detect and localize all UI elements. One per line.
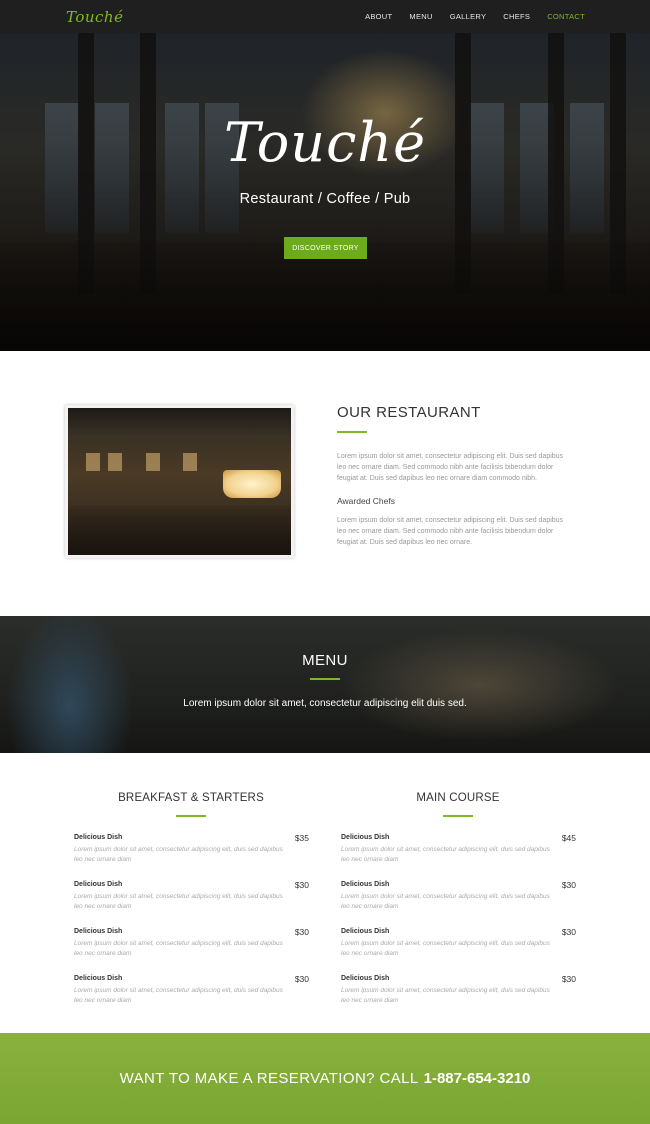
dish-description: Lorem ipsum dolor sit amet, consectetur … bbox=[74, 845, 283, 864]
dish-price: $30 bbox=[294, 927, 309, 937]
image-lamp bbox=[223, 470, 281, 498]
dish-name: Delicious Dish bbox=[74, 928, 123, 935]
reservation-text: WANT TO MAKE A RESERVATION? CALL bbox=[119, 1070, 419, 1087]
dish-price: $30 bbox=[294, 974, 309, 984]
dish-name: Delicious Dish bbox=[341, 928, 390, 935]
title-divider bbox=[443, 815, 473, 817]
title-divider bbox=[337, 431, 367, 433]
nav-link-menu[interactable]: MENU bbox=[409, 12, 432, 21]
image-ceiling bbox=[68, 408, 291, 438]
about-title: OUR RESTAURANT bbox=[337, 404, 481, 421]
paragraph-line: feugiat at. Duis sed dapibus leo nec orn… bbox=[337, 539, 473, 546]
description-line: leo nec ornare diam bbox=[341, 855, 399, 863]
description-line: Lorem ipsum dolor sit amet, consectetur … bbox=[341, 893, 550, 900]
image-frame bbox=[86, 453, 100, 471]
paragraph-line: Lorem ipsum dolor sit amet, consectetur … bbox=[337, 453, 564, 460]
dish-name: Delicious Dish bbox=[74, 975, 123, 982]
dish-description: Lorem ipsum dolor sit amet, consectetur … bbox=[341, 939, 550, 958]
chefs-paragraph: Lorem ipsum dolor sit amet, consectetur … bbox=[337, 515, 563, 548]
image-frame bbox=[108, 453, 122, 471]
description-line: leo nec ornare diam bbox=[341, 996, 399, 1004]
dish-price: $30 bbox=[561, 927, 576, 937]
description-line: leo nec ornare diam bbox=[74, 949, 132, 957]
menu-title: MENU bbox=[302, 652, 348, 669]
brand-logo[interactable]: Touché bbox=[66, 8, 123, 26]
restaurant-image bbox=[65, 405, 294, 558]
description-line: Lorem ipsum dolor sit amet, consectetur … bbox=[74, 846, 283, 853]
dish-name: Delicious Dish bbox=[341, 975, 390, 982]
banner-overlay bbox=[0, 616, 650, 753]
nav-link-chefs[interactable]: CHEFS bbox=[503, 12, 530, 21]
breakfast-starters-title: BREAKFAST & STARTERS bbox=[118, 792, 264, 804]
description-line: Lorem ipsum dolor sit amet, consectetur … bbox=[74, 893, 283, 900]
menu-subtitle: Lorem ipsum dolor sit amet, consectetur … bbox=[183, 698, 467, 709]
discover-story-button[interactable]: DISCOVER STORY bbox=[284, 237, 367, 259]
dish-price: $45 bbox=[561, 833, 576, 843]
nav-link-about[interactable]: ABOUT bbox=[365, 12, 392, 21]
dish-price: $35 bbox=[294, 833, 309, 843]
dish-name: Delicious Dish bbox=[341, 881, 390, 888]
dish-name: Delicious Dish bbox=[74, 834, 123, 841]
dish-price: $30 bbox=[294, 880, 309, 890]
reservation-banner: WANT TO MAKE A RESERVATION? CALL 1-887-6… bbox=[0, 1033, 650, 1124]
title-divider bbox=[310, 678, 340, 680]
about-paragraph: Lorem ipsum dolor sit amet, consectetur … bbox=[337, 451, 563, 484]
image-frame bbox=[183, 453, 197, 471]
about-subtitle: Awarded Chefs bbox=[337, 496, 395, 506]
dish-name: Delicious Dish bbox=[341, 834, 390, 841]
description-line: leo nec ornare diam bbox=[74, 855, 132, 863]
dish-price: $30 bbox=[561, 974, 576, 984]
reservation-phone[interactable]: 1-887-654-3210 bbox=[424, 1070, 531, 1087]
description-line: leo nec ornare diam bbox=[341, 902, 399, 910]
dish-name: Delicious Dish bbox=[74, 881, 123, 888]
paragraph-line: feugiat at. Duis sed dapibus leo nec orn… bbox=[337, 475, 538, 482]
dish-description: Lorem ipsum dolor sit amet, consectetur … bbox=[341, 845, 550, 864]
title-divider bbox=[176, 815, 206, 817]
description-line: leo nec ornare diam bbox=[341, 949, 399, 957]
paragraph-line: leo nec ornare diam. Sed commodo nibh an… bbox=[337, 528, 554, 535]
description-line: Lorem ipsum dolor sit amet, consectetur … bbox=[341, 940, 550, 947]
description-line: Lorem ipsum dolor sit amet, consectetur … bbox=[74, 987, 283, 994]
description-line: Lorem ipsum dolor sit amet, consectetur … bbox=[341, 987, 550, 994]
image-frame bbox=[146, 453, 160, 471]
paragraph-line: leo nec ornare diam. Sed commodo nibh an… bbox=[337, 464, 554, 471]
nav-link-gallery[interactable]: GALLERY bbox=[450, 12, 487, 21]
description-line: leo nec ornare diam bbox=[74, 902, 132, 910]
navbar: Touché ABOUT MENU GALLERY CHEFS CONTACT bbox=[0, 0, 650, 33]
dish-price: $30 bbox=[561, 880, 576, 890]
dish-description: Lorem ipsum dolor sit amet, consectetur … bbox=[74, 892, 283, 911]
paragraph-line: Lorem ipsum dolor sit amet, consectetur … bbox=[337, 517, 564, 524]
nav-link-contact[interactable]: CONTACT bbox=[547, 12, 585, 21]
dish-description: Lorem ipsum dolor sit amet, consectetur … bbox=[74, 986, 283, 1005]
hero-section: Touché Restaurant / Coffee / Pub DISCOVE… bbox=[0, 33, 650, 351]
dish-description: Lorem ipsum dolor sit amet, consectetur … bbox=[74, 939, 283, 958]
hero-subtitle: Restaurant / Coffee / Pub bbox=[239, 191, 411, 207]
description-line: leo nec ornare diam bbox=[74, 996, 132, 1004]
menu-banner: MENU Lorem ipsum dolor sit amet, consect… bbox=[0, 616, 650, 753]
dish-description: Lorem ipsum dolor sit amet, consectetur … bbox=[341, 892, 550, 911]
description-line: Lorem ipsum dolor sit amet, consectetur … bbox=[74, 940, 283, 947]
hero-title: Touché bbox=[223, 111, 427, 174]
description-line: Lorem ipsum dolor sit amet, consectetur … bbox=[341, 846, 550, 853]
dish-description: Lorem ipsum dolor sit amet, consectetur … bbox=[341, 986, 550, 1005]
main-course-title: MAIN COURSE bbox=[416, 792, 500, 804]
nav-links: ABOUT MENU GALLERY CHEFS CONTACT bbox=[348, 12, 585, 21]
image-diners bbox=[68, 505, 291, 555]
